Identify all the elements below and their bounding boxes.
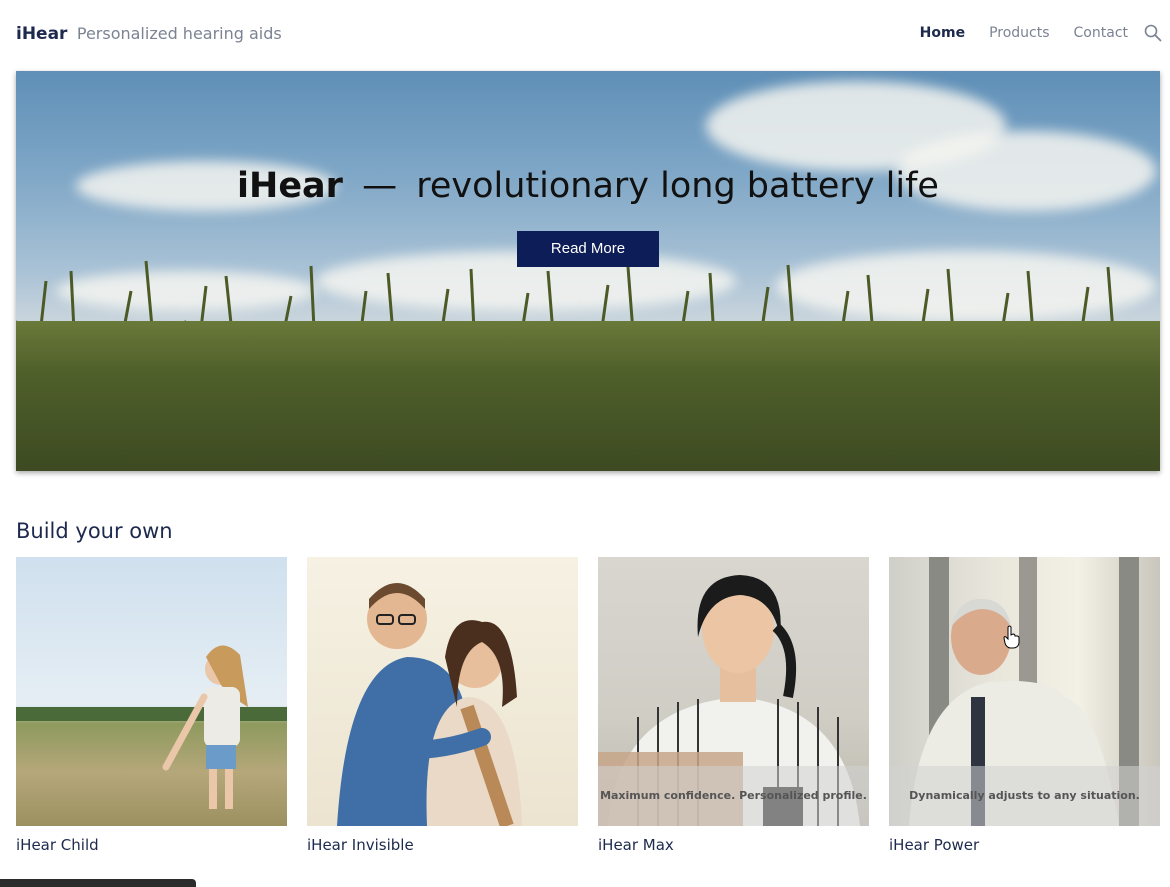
read-more-button[interactable]: Read More — [517, 231, 659, 267]
product-overlay: Dynamically adjusts to any situation. — [889, 766, 1160, 826]
status-bar — [0, 879, 196, 887]
product-name[interactable]: iHear Child — [16, 836, 287, 854]
hero-dash: — — [362, 166, 398, 206]
nav-home[interactable]: Home — [920, 25, 965, 41]
couple-illustration — [337, 583, 522, 826]
product-image-power[interactable]: Dynamically adjusts to any situation. — [889, 557, 1160, 826]
product-image-child[interactable] — [16, 557, 287, 826]
product-overlay: Maximum confidence. Personalized profile… — [598, 766, 869, 826]
product-card-invisible[interactable]: iHear Invisible — [307, 557, 578, 854]
site-header: iHear Personalized hearing aids Home Pro… — [16, 22, 1162, 50]
product-name[interactable]: iHear Power — [889, 836, 1160, 854]
hero-field — [16, 321, 1160, 471]
product-card-max[interactable]: Maximum confidence. Personalized profile… — [598, 557, 869, 854]
brand-name[interactable]: iHear — [16, 24, 67, 44]
nav-contact[interactable]: Contact — [1074, 25, 1128, 41]
product-card-power[interactable]: Dynamically adjusts to any situation. iH… — [889, 557, 1160, 854]
product-name[interactable]: iHear Invisible — [307, 836, 578, 854]
hero-headline-text: revolutionary long battery life — [416, 166, 939, 206]
hand-cursor-icon — [1003, 625, 1020, 649]
nav-products[interactable]: Products — [989, 25, 1049, 41]
product-image-max[interactable]: Maximum confidence. Personalized profile… — [598, 557, 869, 826]
product-card-child[interactable]: iHear Child — [16, 557, 287, 854]
hero-brand: iHear — [237, 166, 343, 206]
child-illustration — [16, 645, 287, 809]
product-name[interactable]: iHear Max — [598, 836, 869, 854]
brand-tagline: Personalized hearing aids — [76, 24, 282, 43]
section-title: Build your own — [16, 519, 173, 543]
search-icon[interactable] — [1144, 24, 1162, 42]
hero-headline: iHear — revolutionary long battery life — [16, 166, 1160, 206]
product-grid: iHear Child iHear Invisible Maximum conf… — [16, 557, 1160, 857]
brand[interactable]: iHear Personalized hearing aids — [16, 24, 282, 44]
main-nav: Home Products Contact — [896, 24, 1162, 42]
hero-banner: iHear — revolutionary long battery life … — [16, 71, 1160, 471]
product-image-invisible[interactable] — [307, 557, 578, 826]
